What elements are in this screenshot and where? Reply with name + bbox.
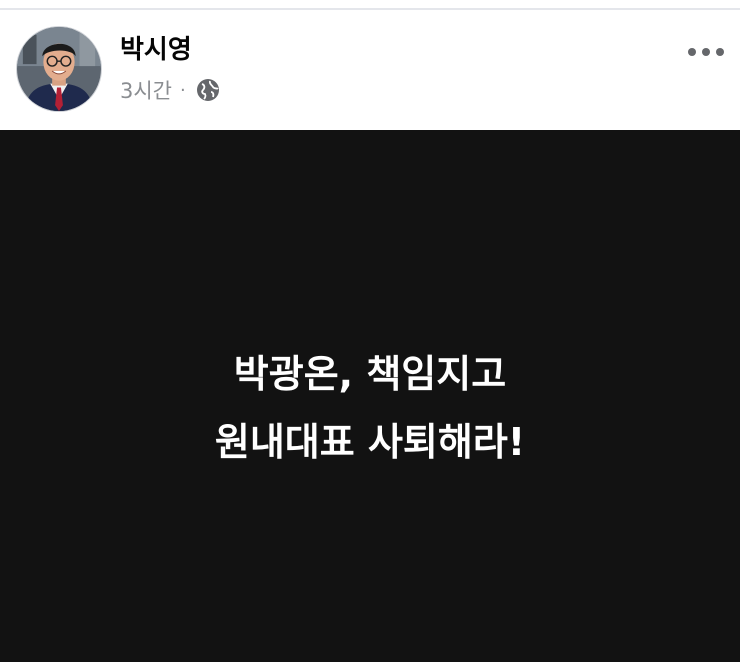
more-dot xyxy=(716,48,724,56)
avatar-photo xyxy=(17,27,101,111)
avatar[interactable] xyxy=(16,26,102,112)
post-image-text-line: 원내대표 사퇴해라! xyxy=(214,420,526,464)
post-image[interactable]: 박광온, 책임지고 원내대표 사퇴해라! xyxy=(0,130,740,662)
post-meta: 3시간 · xyxy=(120,76,220,104)
more-dot xyxy=(688,48,696,56)
post-image-text: 박광온, 책임지고 원내대표 사퇴해라! xyxy=(0,340,740,476)
more-options-icon[interactable] xyxy=(688,40,724,64)
author-name[interactable]: 박시영 xyxy=(120,34,192,66)
post-header: 박시영 3시간 · xyxy=(0,10,740,130)
meta-separator: · xyxy=(180,79,186,101)
more-dot xyxy=(702,48,710,56)
post-image-text-line: 박광온, 책임지고 xyxy=(233,352,507,396)
facebook-post: 박시영 3시간 · 박광온, 책임지고 원내대표 사퇴해라! xyxy=(0,0,740,662)
globe-icon[interactable] xyxy=(196,78,220,102)
post-timestamp[interactable]: 3시간 xyxy=(120,75,172,105)
